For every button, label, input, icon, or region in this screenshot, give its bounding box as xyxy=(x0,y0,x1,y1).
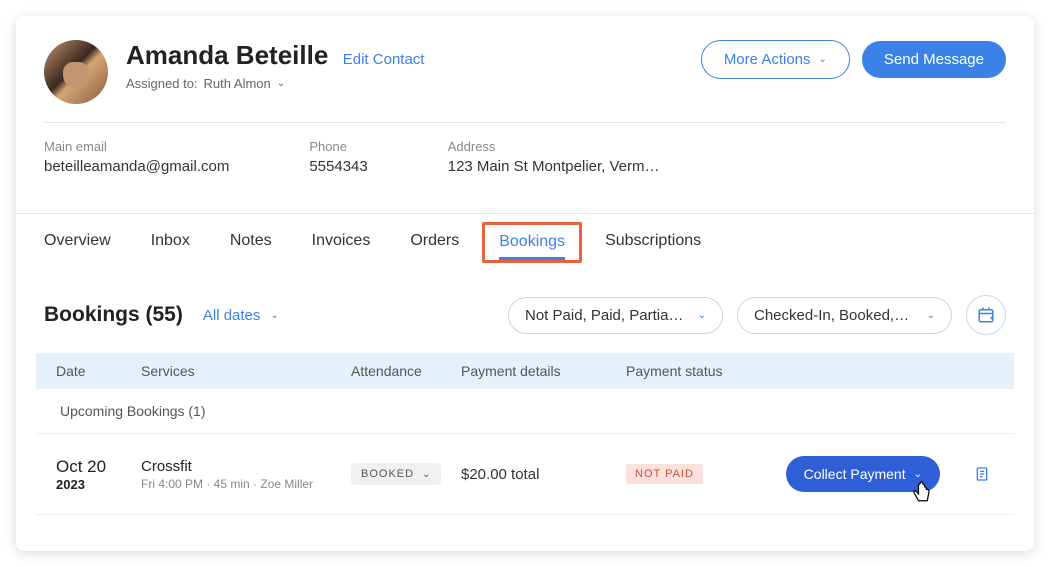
payment-amount: $20.00 total xyxy=(461,466,626,483)
tab-bookings[interactable]: Bookings xyxy=(499,231,565,260)
col-date: Date xyxy=(56,363,141,379)
avatar xyxy=(44,40,108,104)
contact-card: Amanda Beteille Edit Contact Assigned to… xyxy=(16,16,1034,551)
payment-filter-label: Not Paid, Paid, Partia… xyxy=(525,307,683,324)
status-filter-label: Checked-In, Booked,… xyxy=(754,307,909,324)
assigned-value: Ruth Almon xyxy=(204,76,271,91)
service-meta: Fri 4:00 PM · 45 min · Zoe Miller xyxy=(141,477,351,491)
chevron-down-icon: ⌄ xyxy=(698,310,706,321)
calendar-add-button[interactable] xyxy=(966,295,1006,335)
more-actions-button[interactable]: More Actions ⌄ xyxy=(701,40,850,79)
attendance-value: BOOKED xyxy=(361,468,414,480)
contact-name: Amanda Beteille xyxy=(126,40,328,70)
address-label: Address xyxy=(448,139,1006,154)
chevron-down-icon: ⌄ xyxy=(819,54,827,65)
status-badge: NOT PAID xyxy=(626,464,703,484)
collect-payment-label: Collect Payment xyxy=(804,466,906,482)
payment-filter-dropdown[interactable]: Not Paid, Paid, Partia… ⌄ xyxy=(508,297,723,334)
edit-contact-link[interactable]: Edit Contact xyxy=(343,51,425,68)
highlight-box: Bookings xyxy=(482,222,582,263)
email-value: beteilleamanda@gmail.com xyxy=(44,158,229,175)
chevron-down-icon: ⌄ xyxy=(422,469,431,480)
tab-inbox[interactable]: Inbox xyxy=(151,214,190,271)
tab-orders[interactable]: Orders xyxy=(410,214,459,271)
table-header: Date Services Attendance Payment details… xyxy=(36,353,1014,389)
assigned-prefix: Assigned to: xyxy=(126,76,198,91)
attendance-dropdown[interactable]: BOOKED ⌄ xyxy=(351,463,441,485)
assigned-to-dropdown[interactable]: Assigned to: Ruth Almon ⌄ xyxy=(126,76,424,91)
tab-invoices[interactable]: Invoices xyxy=(312,214,371,271)
send-message-label: Send Message xyxy=(884,51,984,68)
phone-value: 5554343 xyxy=(309,158,367,175)
table-row: Oct 20 2023 Crossfit Fri 4:00 PM · 45 mi… xyxy=(36,434,1014,515)
booking-date-day: Oct 20 xyxy=(56,457,141,477)
collect-payment-button[interactable]: Collect Payment ⌄ xyxy=(786,456,940,492)
col-payment: Payment details xyxy=(461,363,626,379)
service-name: Crossfit xyxy=(141,458,351,475)
bookings-title: Bookings (55) xyxy=(44,303,183,327)
date-filter-dropdown[interactable]: All dates ⌄ xyxy=(203,307,279,324)
chevron-down-icon: ⌄ xyxy=(914,469,922,480)
email-label: Main email xyxy=(44,139,229,154)
tab-overview[interactable]: Overview xyxy=(44,214,111,271)
chevron-down-icon: ⌄ xyxy=(270,310,278,321)
send-message-button[interactable]: Send Message xyxy=(862,41,1006,78)
chevron-down-icon: ⌄ xyxy=(927,310,935,321)
more-actions-label: More Actions xyxy=(724,51,811,68)
col-services: Services xyxy=(141,363,351,379)
col-status: Payment status xyxy=(626,363,766,379)
tabs: Overview Inbox Notes Invoices Orders Boo… xyxy=(16,213,1034,271)
status-filter-dropdown[interactable]: Checked-In, Booked,… ⌄ xyxy=(737,297,952,334)
document-icon[interactable] xyxy=(974,465,990,483)
bookings-section: Bookings (55) All dates ⌄ Not Paid, Paid… xyxy=(16,271,1034,515)
chevron-down-icon: ⌄ xyxy=(277,78,285,89)
calendar-plus-icon xyxy=(977,306,995,324)
upcoming-section-label: Upcoming Bookings (1) xyxy=(36,389,1014,434)
divider xyxy=(44,122,1006,123)
phone-label: Phone xyxy=(309,139,367,154)
date-filter-label: All dates xyxy=(203,307,261,324)
tab-notes[interactable]: Notes xyxy=(230,214,272,271)
tab-subscriptions[interactable]: Subscriptions xyxy=(605,214,701,271)
col-attendance: Attendance xyxy=(351,363,461,379)
booking-date-year: 2023 xyxy=(56,477,141,492)
address-value: 123 Main St Montpelier, Vermo… xyxy=(448,158,668,175)
header-section: Amanda Beteille Edit Contact Assigned to… xyxy=(16,16,1034,193)
